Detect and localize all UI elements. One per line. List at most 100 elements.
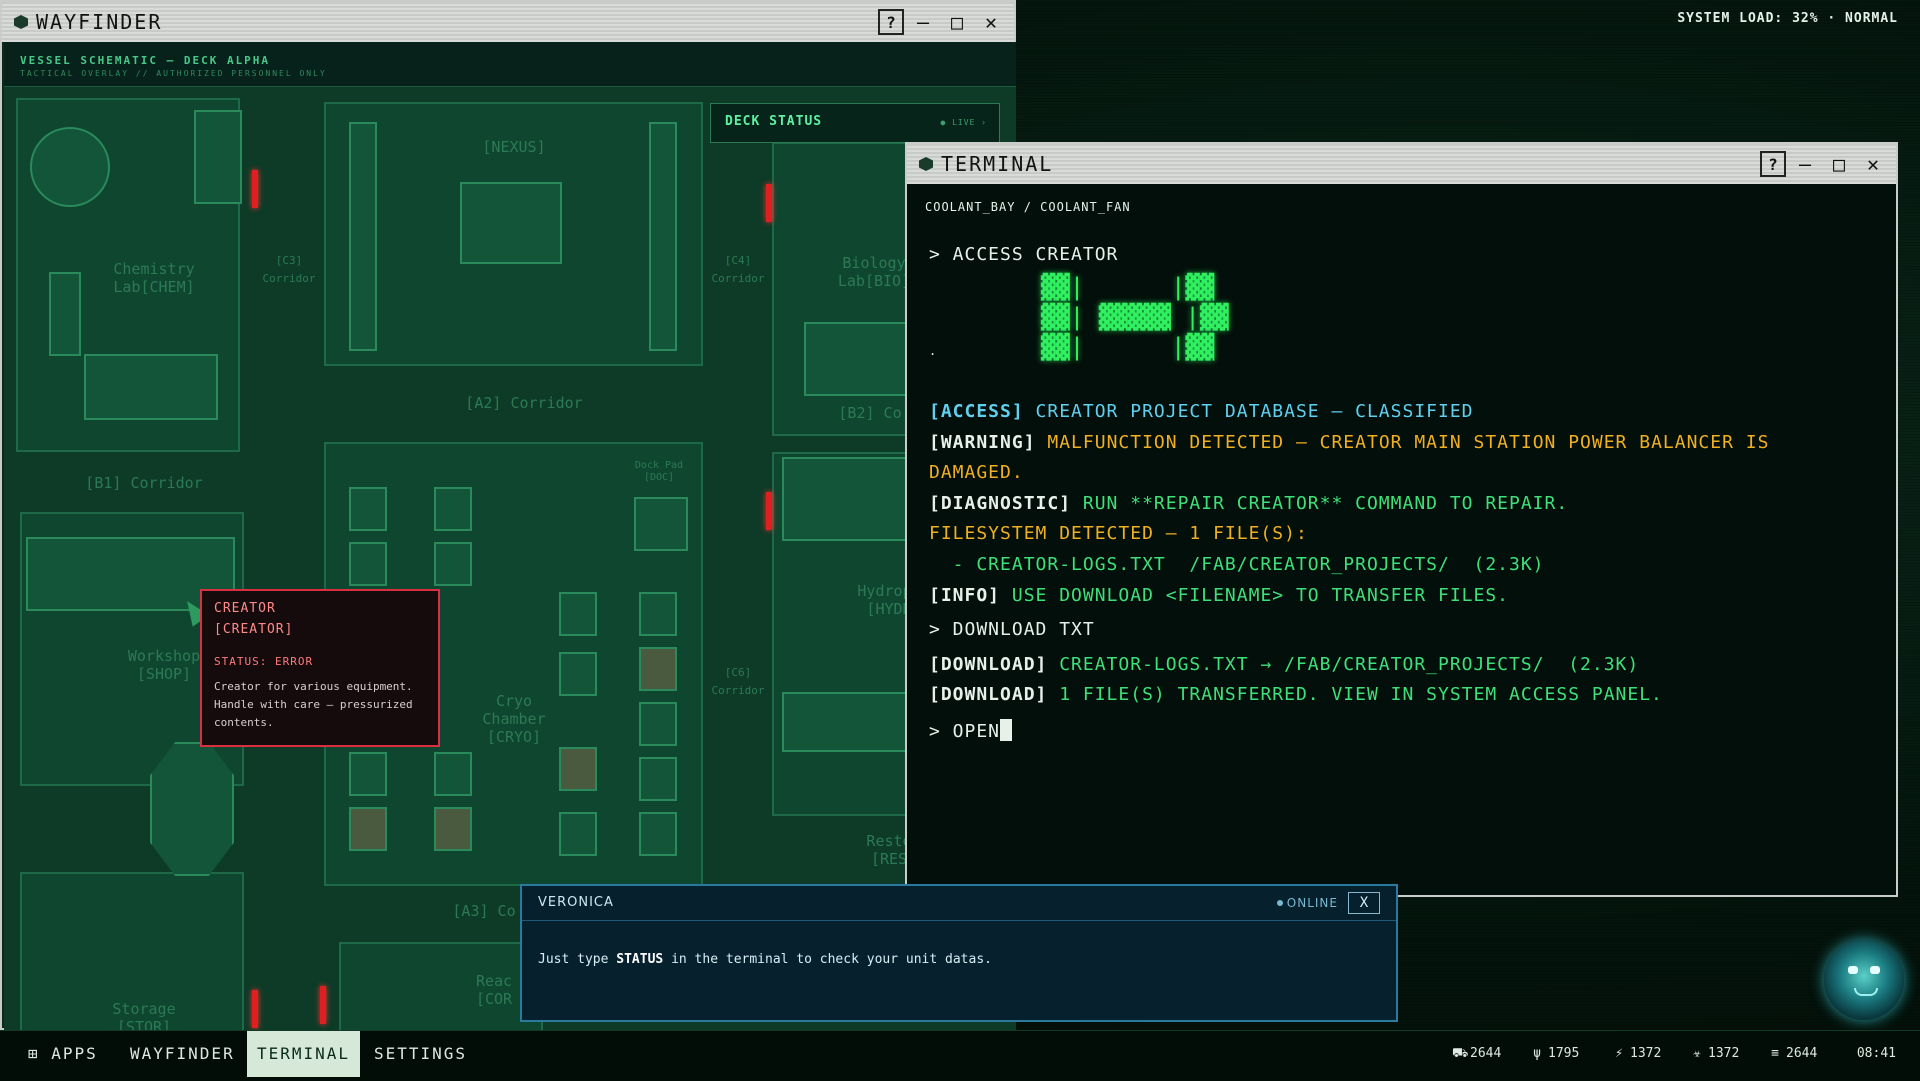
vehicle-icon: ⛟ (1452, 1046, 1469, 1061)
veronica-chat-panel[interactable]: VERONICA ONLINE X Just type STATUS in th… (520, 884, 1398, 1022)
terminal-window[interactable]: TERMINAL ? – □ ✕ COOLANT_BAY / COOLANT_F… (905, 142, 1898, 897)
command-line: > ACCESS CREATOR (929, 244, 1119, 265)
maximize-icon[interactable]: □ (1824, 150, 1854, 178)
cryo-pod (639, 647, 677, 691)
alert-marker (766, 492, 772, 530)
stat-value: 1372 (1708, 1046, 1740, 1061)
minimize-icon[interactable]: – (908, 8, 938, 36)
tank-unit (49, 272, 81, 356)
deck-status-panel[interactable]: DECK STATUS ● LIVE › (710, 103, 1000, 143)
hydro-console (782, 692, 916, 752)
cryo-pod (434, 487, 472, 531)
cryo-pod (559, 747, 597, 791)
cryo-pod (434, 542, 472, 586)
label-c3: [C3] Corridor (262, 254, 316, 285)
stat-value: 1795 (1548, 1046, 1580, 1061)
tooltip-name: CREATOR (214, 601, 276, 616)
cryo-pod (639, 812, 677, 856)
alert-marker (320, 986, 326, 1024)
maximize-icon[interactable]: □ (942, 8, 972, 36)
cryo-pod (349, 542, 387, 586)
bio-console (804, 322, 908, 396)
close-icon[interactable]: ✕ (976, 8, 1006, 36)
taskbar-wayfinder[interactable]: WAYFINDER (120, 1031, 245, 1077)
alert-marker (252, 170, 258, 208)
energy-icon: ⚡ (1615, 1046, 1623, 1061)
alert-marker (252, 990, 258, 1028)
online-label: ONLINE (1286, 896, 1338, 910)
server-rack-left (349, 122, 377, 351)
stat-value: 1372 (1630, 1046, 1662, 1061)
server-rack-right (649, 122, 677, 351)
chat-message-post: in the terminal to check your unit datas… (663, 952, 992, 967)
map-header: VESSEL SCHEMATIC — DECK ALPHA TACTICAL O… (4, 42, 1016, 87)
terminal-input[interactable]: > OPEN (929, 719, 1013, 742)
taskbar-terminal[interactable]: TERMINAL (247, 1031, 361, 1077)
label-a3: [A3] Co (452, 902, 516, 920)
cryo-pod (349, 752, 387, 796)
fan-unit (30, 127, 110, 207)
chat-sender-name: VERONICA (538, 895, 614, 910)
download-line: [DOWNLOAD] CREATOR-LOGS.TXT → /FAB/CREAT… (929, 654, 1639, 675)
breadcrumb: COOLANT_BAY / COOLANT_FAN (925, 200, 1131, 214)
cryo-pod (559, 652, 597, 696)
system-load-indicator: SYSTEM LOAD: 32% · NORMAL (1677, 11, 1898, 26)
cryo-pod (434, 807, 472, 851)
chat-header: VERONICA ONLINE X (522, 886, 1396, 921)
tooltip-code: [CREATOR] (214, 622, 294, 637)
cryo-pod (639, 757, 677, 801)
clock: 08:41 (1856, 1046, 1896, 1061)
warning-line-cont: DAMAGED. (929, 462, 1024, 483)
chat-message-pre: Just type (538, 952, 617, 967)
live-indicator: ● LIVE › (940, 118, 987, 127)
online-status: ONLINE (1276, 896, 1338, 910)
stat-value: 2644 (1470, 1046, 1502, 1061)
terminal-input-value[interactable]: > OPEN (929, 721, 1000, 742)
minimize-icon[interactable]: – (1790, 150, 1820, 178)
cryo-pod (559, 812, 597, 856)
diagnostic-text: RUN **REPAIR CREATOR** COMMAND TO REPAIR… (1071, 493, 1569, 514)
label-b1: [B1] Corridor (85, 474, 203, 492)
tooltip-status: STATUS: ERROR (214, 655, 314, 668)
ascii-art: ▓▓| |▓▓ ▓▓| ▓▓▓▓▓ |▓▓ ▓▓| |▓▓ (1040, 273, 1229, 361)
hex-icon (919, 157, 933, 171)
nexus-core (460, 182, 562, 264)
command-line: > DOWNLOAD TXT (929, 619, 1095, 640)
diagnostic-line: [DIAGNOSTIC] RUN **REPAIR CREATOR** COMM… (929, 493, 1568, 514)
stat-vehicles: ⛟ 2644 (1452, 1046, 1501, 1063)
taskbar-settings[interactable]: SETTINGS (364, 1031, 477, 1077)
chat-close-button[interactable]: X (1348, 892, 1380, 914)
info-text: USE DOWNLOAD <FILENAME> TO TRANSFER FILE… (1000, 585, 1510, 606)
download-text: CREATOR-LOGS.TXT → /FAB/CREATOR_PROJECTS… (1047, 654, 1640, 675)
cryo-pod (434, 752, 472, 796)
cryo-pod (639, 702, 677, 746)
label-cryo: Cryo Chamber [CRYO] (482, 692, 546, 746)
wayfinder-window[interactable]: WAYFINDER ? – □ ✕ VESSEL SCHEMATIC — DEC… (0, 0, 1016, 1042)
taskbar: ⊞ APPS WAYFINDER TERMINAL SETTINGS ⛟ 2644… (0, 1030, 1920, 1081)
warning-text: MALFUNCTION DETECTED — CREATOR MAIN STAT… (1035, 432, 1770, 453)
alert-marker (766, 184, 772, 222)
map-title: VESSEL SCHEMATIC — DECK ALPHA (20, 54, 271, 67)
console-unit (84, 354, 218, 420)
stat-data: ≡ 2644 (1768, 1046, 1817, 1061)
veronica-avatar[interactable] (1824, 940, 1904, 1020)
access-tag: [ACCESS] (929, 401, 1024, 422)
help-button[interactable]: ? (1760, 151, 1786, 177)
terminal-output[interactable]: COOLANT_BAY / COOLANT_FAN > ACCESS CREAT… (907, 184, 1896, 895)
wayfinder-titlebar[interactable]: WAYFINDER ? – □ ✕ (2, 2, 1014, 42)
download-line: [DOWNLOAD] 1 FILE(S) TRANSFERRED. VIEW I… (929, 684, 1663, 705)
stat-energy: ⚡ 1372 (1612, 1046, 1661, 1061)
terminal-titlebar[interactable]: TERMINAL ? – □ ✕ (907, 144, 1896, 184)
cryo-pod (639, 592, 677, 636)
tooltip-description: Creator for various equipment. Handle wi… (214, 680, 413, 729)
chat-message: Just type STATUS in the terminal to chec… (538, 952, 992, 967)
taskbar-apps-button[interactable]: ⊞ APPS (18, 1031, 108, 1077)
file-entry: - CREATOR-LOGS.TXT /FAB/CREATOR_PROJECTS… (929, 554, 1545, 575)
equipment-tooltip: CREATOR [CREATOR] STATUS: ERROR Creator … (200, 589, 440, 747)
cryo-pod (349, 807, 387, 851)
close-icon[interactable]: ✕ (1858, 150, 1888, 178)
label-nexus: [NEXUS] (482, 138, 546, 156)
help-button[interactable]: ? (878, 9, 904, 35)
status-dot-icon (1276, 900, 1283, 906)
warning-tag: [WARNING] (929, 432, 1036, 453)
